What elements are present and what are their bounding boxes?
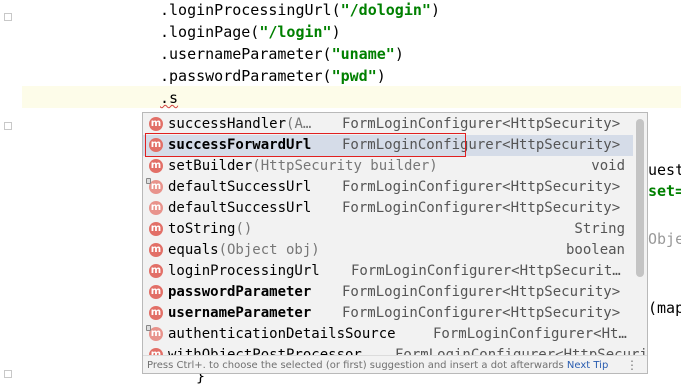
completion-item-type: FormLoginConfigurer<HttpSecurity> — [342, 200, 621, 216]
method-icon: m — [149, 264, 163, 278]
code-line: .loginProcessingUrl("/dologin") — [160, 1, 440, 19]
completion-item-name: defaultSuccessUrl — [168, 179, 312, 195]
current-line-highlight — [22, 86, 681, 108]
completion-item-name: toString() — [168, 221, 253, 237]
method-icon: m — [149, 201, 163, 215]
completion-item-type: String — [574, 221, 625, 237]
completion-item[interactable]: m successHandler(A… FormLoginConfigurer<Ht… — [143, 114, 633, 135]
completion-item[interactable]: m defaultSuccessUrl FormLoginConfigurer<Ht… — [143, 198, 633, 219]
completion-item-type: FormLoginConfigurer<HttpSecurity> — [342, 284, 621, 300]
completion-item[interactable]: m toString() String — [143, 219, 633, 240]
method-icon: m — [149, 285, 163, 299]
code-fragment: (map — [648, 299, 681, 317]
next-tip-link[interactable]: Next Tip — [567, 360, 608, 371]
completion-item-name: usernameParameter — [168, 305, 312, 321]
method-icon: m — [149, 306, 163, 320]
method-icon: m — [149, 243, 163, 257]
completion-item-name: passwordParameter — [168, 284, 312, 300]
completion-item[interactable]: m defaultSuccessUrl FormLoginConfigurer<Ht… — [143, 177, 633, 198]
code-fragment: uest — [648, 161, 681, 179]
popup-scrollbar[interactable] — [634, 115, 646, 355]
completion-item-type: boolean — [565, 242, 625, 258]
completion-item[interactable]: m loginProcessingUrl FormLoginConfigurer<H… — [143, 261, 633, 282]
scrollbar-thumb[interactable] — [636, 119, 644, 277]
completion-item-type: FormLoginConfigurer<HttpSecurit… — [351, 263, 621, 279]
fold-marker-icon[interactable] — [4, 122, 12, 130]
code-line: .loginPage("/login") — [160, 23, 341, 41]
completion-item[interactable]: m passwordParameter FormLoginConfigurer<Ht… — [143, 282, 633, 303]
method-icon: m — [149, 180, 163, 194]
code-fragment: Obje — [648, 230, 681, 248]
current-code-line[interactable]: .s — [160, 88, 178, 109]
completion-item-name: authenticationDetailsSource — [168, 326, 396, 342]
popup-footer: Press Ctrl+. to choose the selected (or … — [143, 355, 647, 373]
completion-item-name: successHandler(A… — [168, 116, 312, 132]
code-line: .usernameParameter("uname") — [160, 45, 404, 63]
method-icon: m — [149, 327, 163, 341]
code-fragment: set= — [648, 182, 681, 200]
code-line: .passwordParameter("pwd") — [160, 67, 386, 85]
completion-item-type: FormLoginConfigurer<Ht… — [433, 326, 627, 342]
completion-item-type: FormLoginConfigurer<HttpSecurity> — [342, 305, 621, 321]
more-options-icon[interactable]: ⋮ — [626, 356, 639, 373]
completion-item-type: FormLoginConfigurer<HttpSecurity> — [342, 179, 621, 195]
footer-hint: Press Ctrl+. to choose the selected (or … — [147, 360, 609, 371]
method-icon: m — [149, 117, 163, 131]
lock-icon — [146, 325, 151, 331]
method-icon: m — [149, 222, 163, 236]
completion-item-type: FormLoginConfigurer<HttpSecurity> — [342, 116, 621, 132]
completion-item-name: defaultSuccessUrl — [168, 200, 312, 216]
completion-item[interactable]: m usernameParameter FormLoginConfigurer<Ht… — [143, 303, 633, 324]
annotation-highlight-box — [145, 133, 466, 157]
completion-item-type: void — [591, 158, 625, 174]
completion-item-name: loginProcessingUrl — [168, 263, 320, 279]
editor-gutter — [0, 0, 22, 390]
completion-item-name: setBuilder(HttpSecurity builder) — [168, 158, 438, 174]
method-icon: m — [149, 159, 163, 173]
completion-item[interactable]: m equals(Object obj) boolean — [143, 240, 633, 261]
fold-marker-icon[interactable] — [4, 370, 12, 378]
completion-item[interactable]: m setBuilder(HttpSecurity builder) void — [143, 156, 633, 177]
completion-item[interactable]: m authenticationDetailsSource FormLoginCon… — [143, 324, 633, 345]
completion-item-name: equals(Object obj) — [168, 242, 320, 258]
lock-icon — [146, 178, 151, 184]
fold-marker-icon[interactable] — [4, 13, 12, 21]
